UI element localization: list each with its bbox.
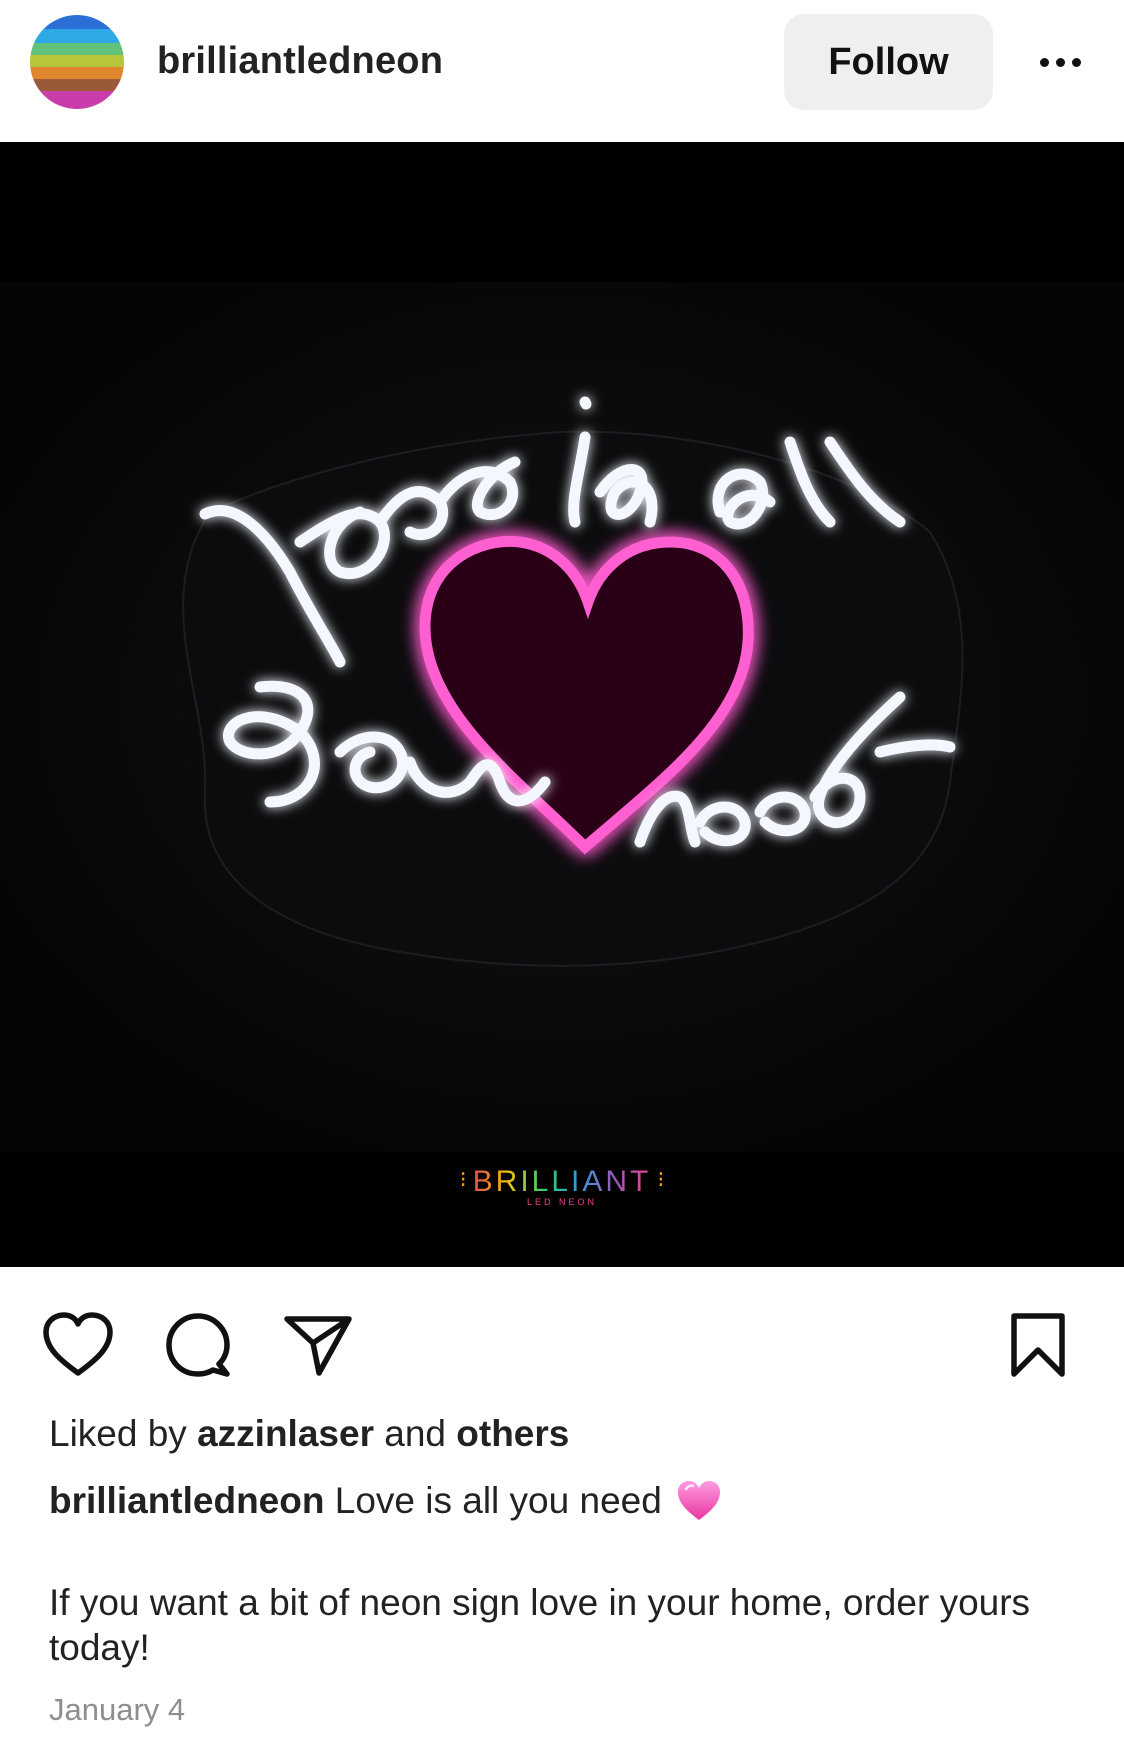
post-image[interactable]: ⁝ BRILLIANT ⁝ LED NEON [0,142,1124,1267]
profile-avatar[interactable] [30,15,124,109]
post-caption: brilliantledneon Love is all you need [49,1479,1069,1533]
likes-summary: Liked by azzinlaser and others [49,1413,570,1454]
spark-icon: ⁝ [459,1167,467,1192]
liked-by-user[interactable]: azzinlaser [197,1413,374,1454]
pink-heart-icon [676,1479,722,1533]
bookmark-icon[interactable] [998,1305,1078,1385]
more-options-icon[interactable] [1030,44,1090,80]
caption-username[interactable]: brilliantledneon [49,1480,324,1521]
post-username[interactable]: brilliantledneon [157,40,443,83]
heart-icon[interactable] [38,1305,118,1385]
caption-text: Love is all you need [334,1480,662,1521]
brand-watermark: ⁝ BRILLIANT ⁝ LED NEON [459,1165,665,1207]
post-date: January 4 [49,1692,186,1727]
post-action-bar [0,1290,1124,1390]
post-header: brilliantledneon Follow [0,0,1124,142]
caption-body: If you want a bit of neon sign love in y… [49,1582,1031,1668]
share-icon[interactable] [278,1305,358,1385]
follow-button[interactable]: Follow [784,14,993,110]
spark-icon: ⁝ [657,1167,665,1192]
liked-by-others[interactable]: others [456,1413,569,1454]
comment-icon[interactable] [158,1305,238,1385]
